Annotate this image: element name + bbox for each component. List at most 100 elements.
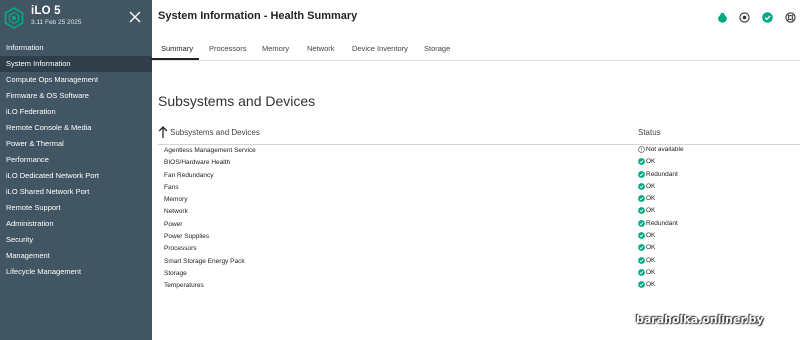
sidebar: iLO 5 3.11 Feb 25 2025 Information Syste… (0, 0, 152, 340)
row-name: Smart Storage Energy Pack (164, 257, 245, 265)
sidebar-item-security[interactable]: Security (0, 232, 152, 248)
sidebar-item-lifecycle-management[interactable]: Lifecycle Management (0, 264, 152, 280)
sidebar-item-ilo-dedicated-network-port[interactable]: iLO Dedicated Network Port (0, 168, 152, 184)
status-ok-icon (638, 269, 645, 276)
status-ok-icon[interactable] (762, 12, 773, 23)
row-status-label: OK (646, 207, 656, 215)
row-status: OK (638, 257, 655, 264)
table-row: Processors OK (158, 243, 800, 255)
table-row: Agentless Management Service Not availabl… (158, 145, 800, 157)
table-row: Power Redundant (158, 219, 800, 231)
sidebar-item-management[interactable]: Management (0, 248, 152, 264)
table-row: Smart Storage Energy Pack OK (158, 256, 800, 268)
row-status-label: OK (646, 158, 656, 166)
sidebar-item-performance[interactable]: Performance (0, 152, 152, 168)
sidebar-nav: Information System Information Compute O… (0, 40, 152, 280)
status-ok-icon (638, 158, 645, 166)
help-icon[interactable] (785, 12, 796, 23)
tab-processors[interactable]: Processors (209, 42, 247, 60)
table-row: Power Supplies OK (158, 231, 800, 243)
row-status-label: OK (646, 281, 656, 289)
row-status-label: Not available (646, 146, 684, 153)
row-name: Fans (164, 183, 179, 191)
sidebar-item-remote-console-media[interactable]: Remote Console & Media (0, 120, 152, 136)
tab-network[interactable]: Network (307, 42, 335, 60)
row-name: Fan Redundancy (164, 171, 214, 179)
row-name: BIOS/Hardware Health (164, 159, 231, 167)
row-name: Temperatures (164, 282, 204, 290)
row-status-label: OK (646, 256, 656, 264)
table-row: Temperatures OK (158, 280, 800, 292)
table-body: Agentless Management Service Not availabl… (158, 145, 800, 293)
sidebar-item-system-information[interactable]: System Information (0, 56, 152, 72)
status-ok-icon (638, 232, 645, 239)
status-ok-icon (638, 182, 645, 190)
tabs-divider (152, 60, 800, 61)
sidebar-item-ilo-federation[interactable]: iLO Federation (0, 104, 152, 120)
status-ok-icon (638, 219, 645, 227)
sidebar-item-ilo-shared-network-port[interactable]: iLO Shared Network Port (0, 184, 152, 200)
tab-storage[interactable]: Storage (424, 42, 450, 60)
row-name: Power (164, 220, 183, 228)
row-status: OK (638, 232, 655, 239)
row-status-label: OK (646, 195, 656, 203)
row-status: OK (638, 183, 655, 190)
row-status-label: OK (646, 182, 656, 190)
tab-memory[interactable]: Memory (262, 42, 289, 60)
row-name: Agentless Management Service (164, 147, 256, 154)
row-status-label: OK (646, 232, 656, 240)
status-ok-icon (638, 170, 645, 178)
row-status: OK (638, 207, 655, 214)
row-status: OK (638, 158, 655, 165)
column-header-status[interactable]: Status (638, 128, 661, 137)
sort-ascending-icon[interactable] (158, 126, 168, 138)
row-name: Storage (164, 269, 187, 277)
status-ok-icon (638, 207, 645, 215)
row-status: Redundant (638, 220, 678, 227)
status-ok-icon (638, 281, 645, 289)
sidebar-item-administration[interactable]: Administration (0, 216, 152, 232)
row-status-label: OK (646, 268, 656, 276)
row-status: Redundant (638, 171, 678, 178)
status-ok-icon (638, 195, 645, 203)
watermark: baraholka.onliner.by (636, 313, 764, 326)
uid-icon[interactable] (739, 12, 750, 23)
row-name: Memory (164, 196, 188, 204)
table-row: Fans OK (158, 182, 800, 194)
row-name: Processors (164, 245, 197, 253)
ilo-logo-icon (4, 7, 24, 29)
row-status-label: Redundant (646, 170, 678, 178)
tab-bar: Summary Processors Memory Network Device… (152, 42, 800, 60)
row-status: OK (638, 281, 655, 288)
row-status: OK (638, 269, 655, 276)
table-row: Memory OK (158, 194, 800, 206)
row-name: Network (164, 208, 188, 216)
section-title: Subsystems and Devices (158, 93, 316, 109)
status-ok-icon (638, 256, 645, 264)
tab-device-inventory[interactable]: Device Inventory (352, 42, 408, 60)
row-status-label: OK (646, 244, 656, 252)
table-header: Subsystems and Devices Status (158, 126, 800, 144)
sidebar-item-firmware-os-software[interactable]: Firmware & OS Software (0, 88, 152, 104)
page-title: System Information - Health Summary (158, 10, 358, 22)
brand-version: 3.11 Feb 25 2025 (31, 19, 82, 26)
sidebar-item-remote-support[interactable]: Remote Support (0, 200, 152, 216)
sidebar-item-compute-ops-management[interactable]: Compute Ops Management (0, 72, 152, 88)
row-status: Not available (638, 146, 684, 153)
sidebar-item-information[interactable]: Information (0, 40, 152, 56)
table-row: Fan Redundancy Redundant (158, 170, 800, 182)
row-status: OK (638, 244, 655, 251)
sidebar-item-power-thermal[interactable]: Power & Thermal (0, 136, 152, 152)
row-name: Power Supplies (164, 233, 210, 241)
table-row: Network OK (158, 206, 800, 218)
table-row: Storage OK (158, 268, 800, 280)
close-icon[interactable] (129, 11, 141, 23)
brand-title: iLO 5 (31, 5, 61, 17)
row-status-label: Redundant (646, 219, 678, 227)
health-icon[interactable] (717, 12, 728, 23)
table-row: BIOS/Hardware Health OK (158, 157, 800, 169)
page-header: System Information - Health Summary (152, 0, 800, 36)
column-header-name[interactable]: Subsystems and Devices (170, 128, 260, 137)
status-ok-icon (638, 244, 645, 252)
row-status: OK (638, 195, 655, 202)
